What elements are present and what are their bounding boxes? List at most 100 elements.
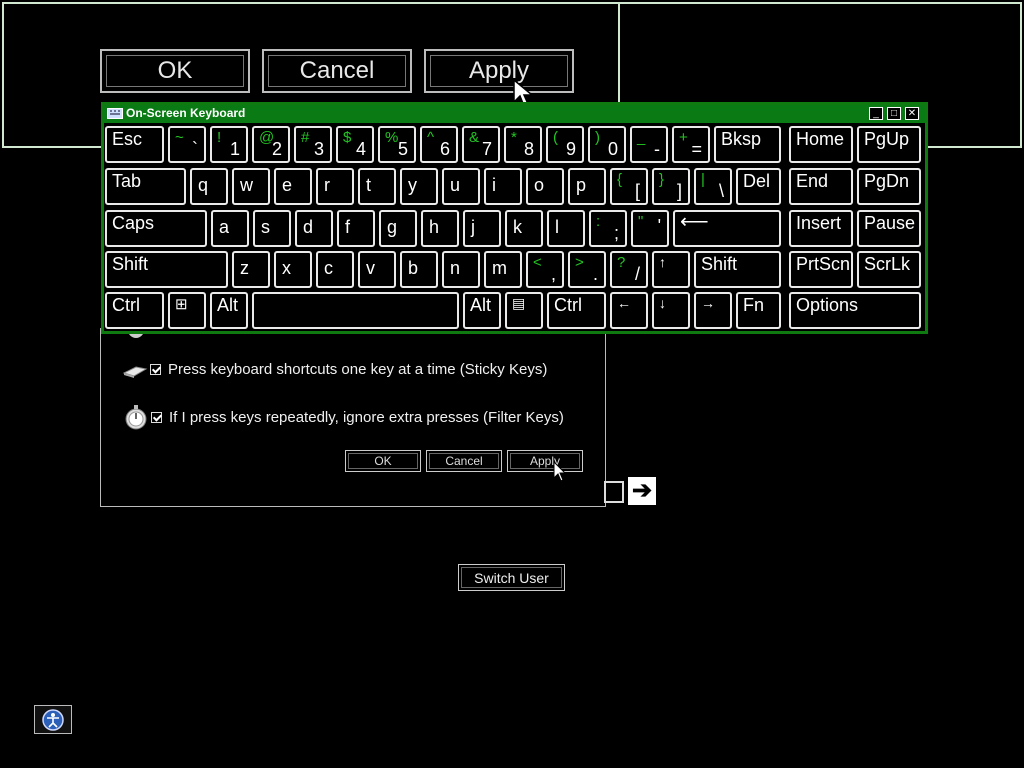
key-0[interactable]: ) 0	[588, 126, 626, 163]
minimize-button[interactable]: _	[869, 107, 883, 120]
key-1[interactable]: ! 1	[210, 126, 248, 163]
key-shift-label: &	[469, 129, 480, 146]
key-semicolon[interactable]: :;	[589, 210, 627, 247]
magnified-apply-button[interactable]: Apply	[424, 49, 574, 93]
key-p[interactable]: p	[568, 168, 606, 205]
key-insert[interactable]: Insert	[789, 210, 853, 247]
key-t[interactable]: t	[358, 168, 396, 205]
key-j[interactable]: j	[463, 210, 501, 247]
osk-title-bar[interactable]: On-Screen Keyboard _ □ ✕	[104, 105, 925, 123]
key-left-bracket[interactable]: {[	[610, 168, 648, 205]
key-prtscn[interactable]: PrtScn	[789, 251, 853, 288]
key-end[interactable]: End	[789, 168, 853, 205]
key-comma[interactable]: <,	[526, 251, 564, 288]
key-d[interactable]: d	[295, 210, 333, 247]
key-right-shift[interactable]: Shift	[694, 251, 781, 288]
close-button[interactable]: ✕	[905, 107, 919, 120]
key-fn[interactable]: Fn	[736, 292, 781, 329]
key-slash[interactable]: ? /	[610, 251, 648, 288]
key-scrlk[interactable]: ScrLk	[857, 251, 921, 288]
key-backtick[interactable]: ~ `	[168, 126, 206, 163]
key-r[interactable]: r	[316, 168, 354, 205]
cancel-button[interactable]: Cancel	[426, 450, 502, 472]
magnified-cancel-button[interactable]: Cancel	[262, 49, 412, 93]
key-left-ctrl[interactable]: Ctrl	[105, 292, 164, 329]
key-esc[interactable]: Esc	[105, 126, 164, 163]
key-up-arrow[interactable]: ↑	[652, 251, 690, 288]
key-quote[interactable]: " '	[631, 210, 669, 247]
key-7[interactable]: & 7	[462, 126, 500, 163]
apply-button[interactable]: Apply	[507, 450, 583, 472]
key-z[interactable]: z	[232, 251, 270, 288]
key-label: v	[366, 258, 375, 278]
key-options[interactable]: Options	[789, 292, 921, 329]
key-tab[interactable]: Tab	[105, 168, 186, 205]
password-field[interactable]	[604, 481, 624, 503]
key-f[interactable]: f	[337, 210, 375, 247]
key-a[interactable]: a	[211, 210, 249, 247]
filter-keys-option[interactable]: If I press keys repeatedly, ignore extra…	[124, 402, 564, 432]
key-l[interactable]: l	[547, 210, 585, 247]
key-2[interactable]: @2	[252, 126, 290, 163]
key-minus[interactable]: _ -	[630, 126, 668, 163]
key-label: l	[555, 217, 559, 237]
key-m[interactable]: m	[484, 251, 522, 288]
key-down-arrow[interactable]: ↓	[652, 292, 690, 329]
key-x[interactable]: x	[274, 251, 312, 288]
key-right-alt[interactable]: Alt	[463, 292, 501, 329]
key-6[interactable]: ^ 6	[420, 126, 458, 163]
arrow-right-icon: ➔	[631, 477, 653, 504]
key-label: Ctrl	[554, 295, 582, 315]
key-5[interactable]: % 5	[378, 126, 416, 163]
sticky-keys-checkbox[interactable]	[150, 363, 161, 375]
key-left-alt[interactable]: Alt	[210, 292, 248, 329]
key-right-arrow[interactable]: →	[694, 292, 732, 329]
key-b[interactable]: b	[400, 251, 438, 288]
sticky-keys-option[interactable]: Press keyboard shortcuts one key at a ti…	[122, 357, 547, 381]
filter-keys-checkbox[interactable]	[151, 411, 162, 423]
key-s[interactable]: s	[253, 210, 291, 247]
key-period[interactable]: >.	[568, 251, 606, 288]
key-pgup[interactable]: PgUp	[857, 126, 921, 163]
key-k[interactable]: k	[505, 210, 543, 247]
key-g[interactable]: g	[379, 210, 417, 247]
key-right-bracket[interactable]: }]	[652, 168, 690, 205]
key-n[interactable]: n	[442, 251, 480, 288]
key-pgdn[interactable]: PgDn	[857, 168, 921, 205]
key-9[interactable]: (9	[546, 126, 584, 163]
key-u[interactable]: u	[442, 168, 480, 205]
key-i[interactable]: i	[484, 168, 522, 205]
key-left-arrow[interactable]: ←	[610, 292, 648, 329]
key-left-shift[interactable]: Shift	[105, 251, 228, 288]
down-arrow-icon: ↓	[659, 295, 666, 311]
key-3[interactable]: #3	[294, 126, 332, 163]
key-q[interactable]: q	[190, 168, 228, 205]
key-del[interactable]: Del	[736, 168, 781, 205]
ease-of-access-button[interactable]	[34, 705, 72, 734]
maximize-button[interactable]: □	[887, 107, 901, 120]
switch-user-button[interactable]: Switch User	[458, 564, 565, 591]
key-space[interactable]	[252, 292, 459, 329]
key-equals[interactable]: + =	[672, 126, 710, 163]
key-pause[interactable]: Pause	[857, 210, 921, 247]
key-e[interactable]: e	[274, 168, 312, 205]
key-y[interactable]: y	[400, 168, 438, 205]
key-w[interactable]: w	[232, 168, 270, 205]
key-windows[interactable]: ⊞	[168, 292, 206, 329]
key-backspace[interactable]: Bksp	[714, 126, 781, 163]
key-8[interactable]: * 8	[504, 126, 542, 163]
key-caps[interactable]: Caps	[105, 210, 207, 247]
key-enter[interactable]: ⟵	[673, 210, 781, 247]
key-backslash[interactable]: | \	[694, 168, 732, 205]
submit-arrow-button[interactable]: ➔	[628, 477, 656, 505]
key-right-ctrl[interactable]: Ctrl	[547, 292, 606, 329]
key-c[interactable]: c	[316, 251, 354, 288]
key-menu[interactable]: ▤	[505, 292, 543, 329]
key-v[interactable]: v	[358, 251, 396, 288]
key-4[interactable]: $4	[336, 126, 374, 163]
key-o[interactable]: o	[526, 168, 564, 205]
magnified-ok-button[interactable]: OK	[100, 49, 250, 93]
key-home[interactable]: Home	[789, 126, 853, 163]
ok-button[interactable]: OK	[345, 450, 421, 472]
key-h[interactable]: h	[421, 210, 459, 247]
